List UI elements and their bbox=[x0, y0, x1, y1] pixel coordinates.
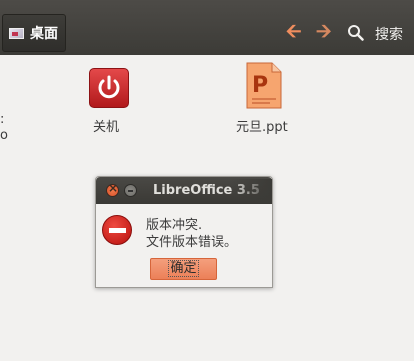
location-button-desktop[interactable]: 桌面 bbox=[2, 14, 66, 52]
svg-text:P: P bbox=[252, 73, 268, 98]
location-label: 桌面 bbox=[30, 26, 58, 42]
file-label-shutdown[interactable]: 关机 bbox=[93, 116, 119, 135]
search-label[interactable]: 搜索 bbox=[375, 24, 403, 44]
error-dialog: LibreOffice 3.5 版本冲突. 文件版本错误。 确定 bbox=[95, 176, 273, 288]
ok-button-label: 确定 bbox=[168, 260, 199, 277]
file-label-ppt[interactable]: 元旦.ppt bbox=[236, 116, 288, 135]
file-manager-toolbar: 桌面 🡨 🡪 搜索 bbox=[0, 0, 414, 55]
search-icon[interactable] bbox=[347, 24, 364, 41]
ok-button[interactable]: 确定 bbox=[150, 258, 217, 280]
presentation-file-icon[interactable]: P bbox=[246, 62, 282, 109]
error-icon bbox=[102, 215, 132, 245]
desktop-icon bbox=[9, 27, 24, 39]
back-arrow-icon[interactable]: 🡨 bbox=[286, 21, 301, 41]
title-fade bbox=[231, 179, 272, 203]
dialog-titlebar[interactable]: LibreOffice 3.5 bbox=[96, 177, 272, 204]
minimize-icon[interactable] bbox=[124, 184, 137, 197]
forward-arrow-icon[interactable]: 🡪 bbox=[316, 21, 331, 41]
power-icon[interactable] bbox=[89, 68, 129, 108]
error-message-line-2: 文件版本错误。 bbox=[146, 235, 238, 250]
clipped-file-label: : o bbox=[0, 112, 8, 143]
close-icon[interactable] bbox=[106, 181, 119, 197]
